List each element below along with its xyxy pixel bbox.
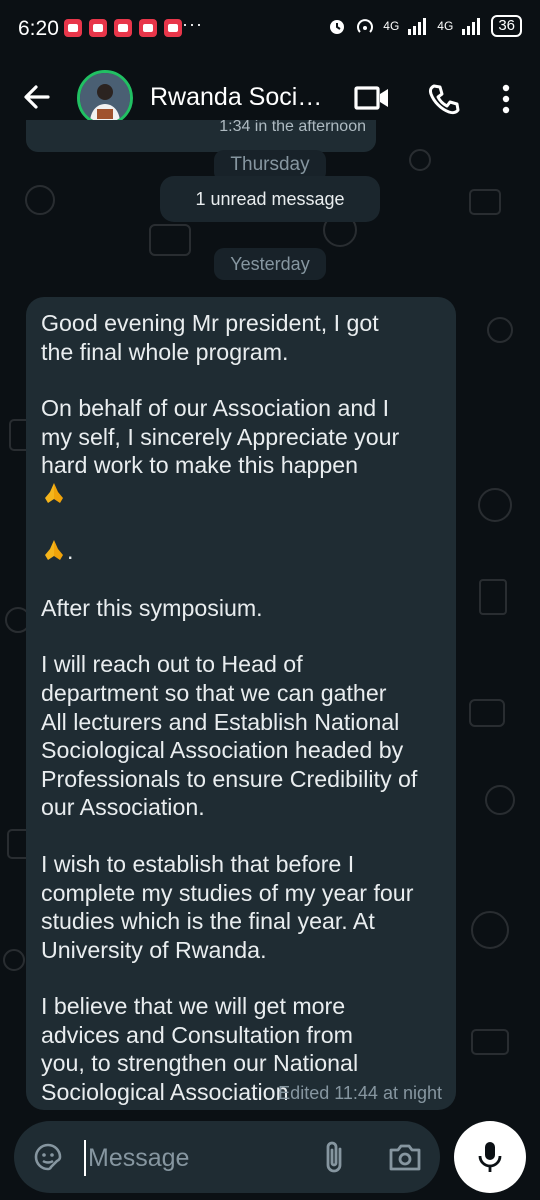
unread-messages-chip: 1 unread message [160, 176, 380, 222]
message-paragraph: After this symposium. [41, 594, 263, 621]
alarm-icon [330, 20, 345, 34]
message-timestamp: 11:44 at night [334, 1083, 442, 1103]
avatar-person-icon [80, 73, 130, 123]
message-paragraph: Good evening Mr president, I got the fin… [41, 310, 379, 365]
phone-call-icon[interactable] [424, 80, 462, 118]
more-notifications-indicator: ··· [182, 14, 203, 34]
sticker-icon[interactable] [32, 1141, 64, 1173]
chat-title[interactable]: Rwanda Soci… [150, 83, 322, 112]
message-meta: Edited 11:44 at night [278, 1083, 442, 1104]
signal-icon [408, 18, 427, 35]
network-label-2: 4G [437, 19, 454, 33]
status-right-group: 4G 4G 36 [327, 15, 522, 37]
mic-icon [478, 1142, 502, 1172]
trailing-period: . [67, 538, 74, 565]
date-chip-yesterday: Yesterday [214, 248, 326, 280]
network-label-1: 4G [383, 19, 400, 33]
message-paragraph: I will reach out to Head of department s… [41, 651, 418, 821]
folded-hands-emoji-icon [45, 482, 63, 503]
edited-label: Edited [278, 1083, 330, 1103]
message-paragraph: I wish to establish that before I comple… [41, 850, 414, 963]
signal-icon [462, 18, 481, 35]
message-composer [14, 1121, 440, 1193]
notification-app-icon [64, 19, 82, 37]
hotspot-icon [357, 19, 374, 33]
notification-app-icon [164, 19, 182, 37]
back-arrow-icon[interactable] [18, 78, 56, 116]
message-paragraph-with-emoji: On behalf of our Association and I my se… [41, 394, 441, 566]
video-call-icon[interactable] [352, 80, 392, 116]
message-input[interactable] [86, 1135, 290, 1181]
avatar[interactable] [77, 70, 133, 126]
status-bar: 6:20 ··· 4G 4G 36 [0, 0, 540, 58]
folded-hands-emoji-icon [45, 540, 63, 561]
notification-app-icon [139, 19, 157, 37]
attach-icon[interactable] [318, 1139, 352, 1175]
notification-app-icon [89, 19, 107, 37]
status-time: 6:20 [18, 17, 59, 40]
notification-app-icon [114, 19, 132, 37]
mic-button[interactable] [454, 1121, 526, 1193]
incoming-message-bubble[interactable]: Good evening Mr president, I got the fin… [26, 297, 456, 1110]
more-vert-icon[interactable] [494, 80, 518, 118]
message-paragraph: On behalf of our Association and I my se… [41, 395, 400, 479]
camera-icon[interactable] [387, 1141, 423, 1173]
previous-message-tail: 1:34 in the afternoon [26, 120, 376, 152]
battery-icon: 36 [491, 15, 522, 37]
notification-icons [64, 19, 182, 37]
